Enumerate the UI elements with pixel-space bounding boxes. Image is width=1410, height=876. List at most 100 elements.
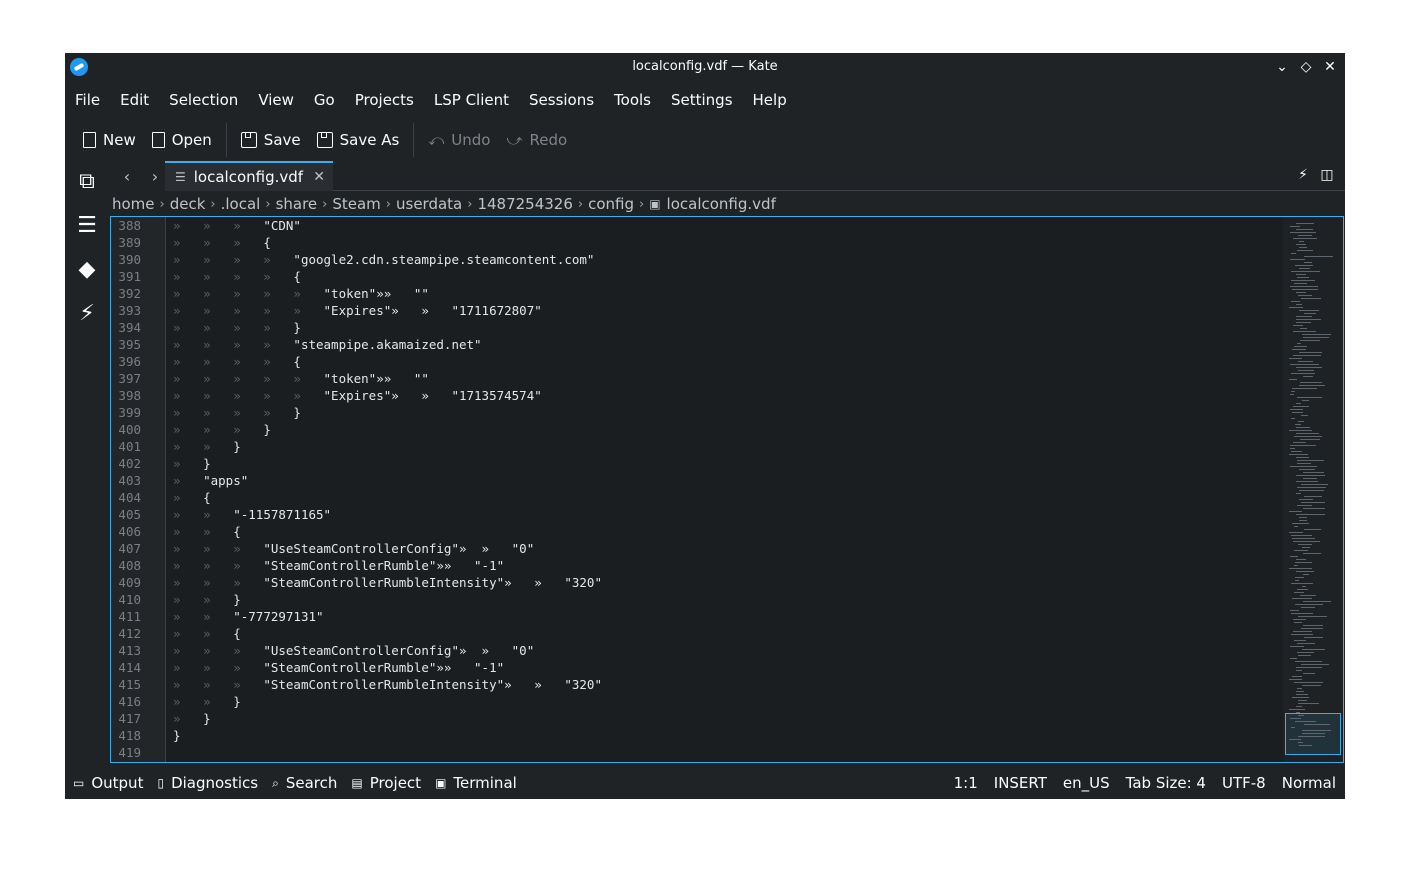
code-line[interactable]: » } — [173, 710, 211, 727]
code-text: { — [263, 235, 271, 250]
menu-go[interactable]: Go — [304, 87, 345, 113]
breadcrumb-segment[interactable]: deck — [170, 195, 206, 213]
code-text: { — [293, 354, 301, 369]
spellcheck-language[interactable]: en_US — [1063, 774, 1110, 792]
documents-icon[interactable]: ⧉ — [74, 169, 100, 195]
code-line[interactable]: » » » » "google2.cdn.steampipe.steamcont… — [173, 251, 594, 268]
code-line[interactable]: » » » "SteamControllerRumbleIntensity"» … — [173, 574, 602, 591]
minimap-line — [1296, 274, 1306, 275]
breadcrumb-segment[interactable]: home — [112, 195, 155, 213]
breadcrumb-segment[interactable]: 1487254326 — [477, 195, 572, 213]
window-title: localconfig.vdf — Kate — [632, 59, 778, 74]
menu-view[interactable]: View — [248, 87, 304, 113]
split-view-icon[interactable]: ◫ — [1315, 167, 1339, 183]
minimap-line — [1294, 622, 1302, 623]
code-line[interactable]: } — [173, 727, 181, 744]
quick-open-icon[interactable]: ⚡ — [1291, 167, 1315, 183]
code-line[interactable]: » » » "UseSteamControllerConfig"» » "0" — [173, 540, 534, 557]
breadcrumb-segment[interactable]: Steam — [332, 195, 380, 213]
code-line[interactable]: » » » "SteamControllerRumbleIntensity"» … — [173, 676, 602, 693]
minimap-line — [1292, 388, 1317, 389]
minimap-scrollbar[interactable] — [1283, 217, 1343, 762]
minimap-line — [1304, 637, 1323, 638]
minimap-line — [1292, 523, 1309, 524]
code-line[interactable]: » » { — [173, 523, 241, 540]
minimap-line — [1294, 436, 1322, 437]
code-line[interactable]: » » » » » "token"»» "" — [173, 370, 429, 387]
git-icon[interactable]: ◆ — [74, 257, 100, 283]
code-line[interactable]: » » » » » "Expires"» » "1711672807" — [173, 302, 542, 319]
file-encoding[interactable]: UTF-8 — [1222, 774, 1266, 792]
menu-edit[interactable]: Edit — [110, 87, 159, 113]
title-bar[interactable]: localconfig.vdf — Kate ⌄ ◇ ✕ — [65, 53, 1345, 81]
new-button[interactable]: New — [75, 123, 144, 157]
minimap-line — [1291, 451, 1302, 452]
file-icon: ▣ — [649, 197, 661, 211]
undo-button[interactable]: ⤺ Undo — [420, 123, 498, 157]
build-icon[interactable]: ⚡ — [74, 301, 100, 327]
menu-file[interactable]: File — [65, 87, 110, 113]
save-as-button[interactable]: Save As — [309, 123, 408, 157]
code-text: "SteamControllerRumble"»» "-1" — [263, 660, 505, 675]
code-line[interactable]: » » » "SteamControllerRumble"»» "-1" — [173, 659, 504, 676]
chevron-down-icon[interactable]: ⌄ — [1271, 55, 1293, 79]
code-line[interactable]: » » » "UseSteamControllerConfig"» » "0" — [173, 642, 534, 659]
project-panel-button[interactable]: ▤ Project — [351, 774, 421, 792]
open-button[interactable]: Open — [144, 123, 220, 157]
cursor-position[interactable]: 1:1 — [954, 774, 978, 792]
symbols-list-icon[interactable]: ☰ — [74, 213, 100, 239]
code-line[interactable]: » » "-1157871165" — [173, 506, 331, 523]
menu-tools[interactable]: Tools — [604, 87, 661, 113]
code-line[interactable]: » » » "SteamControllerRumble"»» "-1" — [173, 557, 504, 574]
redo-button[interactable]: ⤻ Redo — [498, 123, 575, 157]
terminal-panel-button[interactable]: ▣ Terminal — [435, 774, 517, 792]
code-line[interactable]: » » » { — [173, 234, 271, 251]
code-line[interactable]: » "apps" — [173, 472, 248, 489]
minimap-line — [1303, 376, 1313, 377]
tab-size[interactable]: Tab Size: 4 — [1126, 774, 1206, 792]
save-button[interactable]: Save — [233, 123, 309, 157]
code-line[interactable]: » » "-777297131" — [173, 608, 324, 625]
menu-settings[interactable]: Settings — [661, 87, 743, 113]
input-mode[interactable]: Normal — [1282, 774, 1336, 792]
minimap-viewport[interactable] — [1285, 713, 1341, 755]
minimap-line — [1290, 646, 1304, 647]
breadcrumb-file[interactable]: localconfig.vdf — [667, 195, 776, 213]
code-line[interactable]: » » » » "steampipe.akamaized.net" — [173, 336, 482, 353]
code-line[interactable]: » » » "CDN" — [173, 217, 301, 234]
minimap-line — [1293, 406, 1309, 407]
menu-sessions[interactable]: Sessions — [519, 87, 604, 113]
output-panel-button[interactable]: ▭ Output — [73, 774, 143, 792]
diagnostics-panel-button[interactable]: ▯ Diagnostics — [157, 774, 258, 792]
menu-selection[interactable]: Selection — [159, 87, 248, 113]
code-line[interactable]: » { — [173, 489, 211, 506]
breadcrumb-segment[interactable]: share — [276, 195, 318, 213]
tab-localconfig[interactable]: ☰ localconfig.vdf ✕ — [165, 161, 333, 191]
code-line[interactable]: » » » » » "Expires"» » "1713574574" — [173, 387, 542, 404]
breadcrumb-segment[interactable]: config — [588, 195, 634, 213]
code-line[interactable]: » } — [173, 455, 211, 472]
code-line[interactable]: » » } — [173, 591, 241, 608]
code-line[interactable]: » » » » { — [173, 353, 301, 370]
code-line[interactable]: » » } — [173, 693, 241, 710]
code-line[interactable]: » » » » } — [173, 404, 301, 421]
menu-help[interactable]: Help — [743, 87, 797, 113]
menu-projects[interactable]: Projects — [345, 87, 424, 113]
code-line[interactable]: » » » » { — [173, 268, 301, 285]
code-line[interactable]: » » » } — [173, 421, 271, 438]
close-tab-icon[interactable]: ✕ — [313, 169, 325, 185]
code-line[interactable]: » » » » } — [173, 319, 301, 336]
search-panel-button[interactable]: ⌕ Search — [272, 774, 337, 792]
edit-mode[interactable]: INSERT — [994, 774, 1047, 792]
code-line[interactable]: » » » » » "token"»» "" — [173, 285, 429, 302]
code-line[interactable]: » » { — [173, 625, 241, 642]
code-editor[interactable]: 388 389 390 391 392 393 394 395 396 397 398 399 400 4… — [110, 216, 1344, 763]
tab-marker: » » » — [173, 575, 264, 590]
code-line[interactable]: » » } — [173, 438, 241, 455]
close-icon[interactable]: ✕ — [1319, 55, 1341, 79]
chevron-left-icon[interactable]: ‹ — [113, 167, 141, 186]
menu-lsp-client[interactable]: LSP Client — [424, 87, 519, 113]
breadcrumb-segment[interactable]: userdata — [396, 195, 462, 213]
breadcrumb-segment[interactable]: .local — [221, 195, 261, 213]
diamond-icon[interactable]: ◇ — [1295, 55, 1317, 79]
